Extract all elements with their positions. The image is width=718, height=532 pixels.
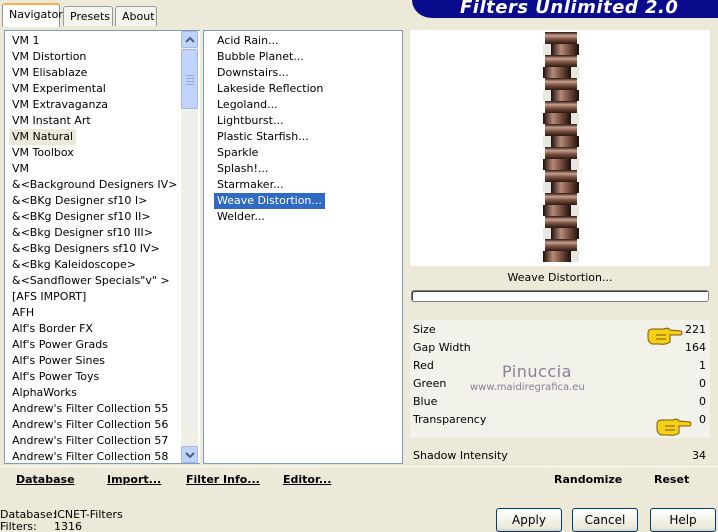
- chevron-down-icon: [185, 452, 195, 459]
- category-item[interactable]: &<Bkg Designers sf10 IV>: [9, 241, 163, 257]
- tab-navigator[interactable]: Navigator: [2, 3, 63, 27]
- category-item[interactable]: Andrew's Filter Collection 55: [9, 401, 171, 417]
- preview-pane: [410, 30, 710, 266]
- pointing-hand-icon: [647, 327, 683, 345]
- category-item[interactable]: Andrew's Filter Collection 58: [9, 449, 171, 465]
- category-item[interactable]: AlphaWorks: [9, 385, 80, 401]
- category-item[interactable]: [AFS IMPORT]: [9, 289, 89, 305]
- selected-filter-label: Weave Distortion...: [507, 271, 613, 284]
- category-item[interactable]: Alf's Power Grads: [9, 337, 111, 353]
- scroll-up-button[interactable]: [181, 31, 198, 48]
- cancel-button[interactable]: Cancel: [572, 508, 638, 532]
- progress-bar: [411, 290, 709, 302]
- filter-item[interactable]: Acid Rain...: [214, 33, 282, 49]
- status-filters-label: Filters:: [0, 520, 37, 532]
- scroll-thumb[interactable]: [181, 49, 198, 109]
- param-value[interactable]: 34: [646, 448, 706, 464]
- category-item[interactable]: VM Extravaganza: [9, 97, 111, 113]
- category-list[interactable]: VM 1 VM Distortion VM Elisablaze VM Experim…: [4, 30, 200, 464]
- tab-presets[interactable]: Presets: [63, 6, 113, 26]
- filter-item[interactable]: Lightburst...: [214, 113, 286, 129]
- category-item[interactable]: VM Experimental: [9, 81, 109, 97]
- param-label: Red: [413, 359, 434, 372]
- tab-about[interactable]: About: [115, 6, 157, 26]
- reset-button[interactable]: Reset: [654, 473, 689, 486]
- filter-item[interactable]: Plastic Starfish...: [214, 129, 312, 145]
- category-item[interactable]: &<Background Designers IV>: [9, 177, 180, 193]
- category-item[interactable]: &<Bkg Kaleidoscope>: [9, 257, 139, 273]
- category-item[interactable]: Alf's Power Sines: [9, 353, 108, 369]
- weave-preview-image: [543, 32, 579, 262]
- filter-item[interactable]: Lakeside Reflection: [214, 81, 326, 97]
- randomize-button[interactable]: Randomize: [554, 473, 622, 486]
- help-button[interactable]: Help: [650, 508, 716, 532]
- chevron-up-icon: [185, 36, 195, 43]
- param-value[interactable]: 1: [646, 358, 706, 374]
- category-scrollbar[interactable]: [181, 31, 198, 463]
- filter-item[interactable]: Starmaker...: [214, 177, 287, 193]
- param-label: Green: [413, 377, 447, 390]
- import-button[interactable]: Import...: [107, 473, 161, 486]
- watermark-name: Pinuccia: [502, 362, 572, 381]
- category-item[interactable]: VM Natural: [9, 129, 77, 145]
- pointing-hand-icon: [656, 418, 692, 436]
- category-item[interactable]: VM Distortion: [9, 49, 89, 65]
- scroll-down-button[interactable]: [181, 446, 198, 463]
- category-item[interactable]: VM: [9, 161, 32, 177]
- category-item[interactable]: &<Bkg Designer sf10 III>: [9, 225, 156, 241]
- category-item[interactable]: Andrew's Filter Collection 56: [9, 417, 171, 433]
- category-item[interactable]: &<BKg Designer sf10 I>: [9, 193, 150, 209]
- filter-item[interactable]: Welder...: [214, 209, 268, 225]
- filter-list[interactable]: Acid Rain... Bubble Planet... Downstairs..…: [203, 30, 403, 464]
- filter-item[interactable]: Splash!...: [214, 161, 271, 177]
- param-value[interactable]: 0: [646, 394, 706, 410]
- param-label: Blue: [413, 395, 438, 408]
- param-label: Gap Width: [413, 341, 471, 354]
- category-item[interactable]: &<BKg Designer sf10 II>: [9, 209, 154, 225]
- filter-item[interactable]: Downstairs...: [214, 65, 292, 81]
- apply-button[interactable]: Apply: [496, 508, 562, 532]
- status-filters-value: 1316: [54, 520, 82, 532]
- database-button[interactable]: Database: [16, 473, 75, 486]
- category-item[interactable]: VM 1: [9, 33, 43, 49]
- filter-item[interactable]: Bubble Planet...: [214, 49, 307, 65]
- param-label: Size: [413, 323, 436, 336]
- category-item[interactable]: Andrew's Filter Collection 57: [9, 433, 171, 449]
- banner-title: Filters Unlimited 2.0: [460, 0, 679, 18]
- filters-unlimited-window: Navigator Presets About Filters Unlimite…: [0, 0, 718, 532]
- watermark-url: www.maidiregrafica.eu: [470, 382, 585, 393]
- filter-item[interactable]: Sparkle: [214, 145, 261, 161]
- category-item[interactable]: Alf's Power Toys: [9, 369, 102, 385]
- category-item[interactable]: VM Elisablaze: [9, 65, 90, 81]
- filter-item[interactable]: Legoland...: [214, 97, 281, 113]
- param-value[interactable]: 0: [646, 376, 706, 392]
- filter-item[interactable]: Weave Distortion...: [214, 193, 325, 209]
- category-item[interactable]: VM Toolbox: [9, 145, 77, 161]
- editor-button[interactable]: Editor...: [283, 473, 331, 486]
- category-item[interactable]: VM Instant Art: [9, 113, 94, 129]
- filter-info-button[interactable]: Filter Info...: [186, 473, 260, 486]
- param-label: Shadow Intensity: [413, 449, 508, 462]
- category-item[interactable]: &<Sandflower Specials"v" >: [9, 273, 173, 289]
- param-label: Transparency: [413, 413, 487, 426]
- category-item[interactable]: AFH: [9, 305, 37, 321]
- category-item[interactable]: Alf's Border FX: [9, 321, 96, 337]
